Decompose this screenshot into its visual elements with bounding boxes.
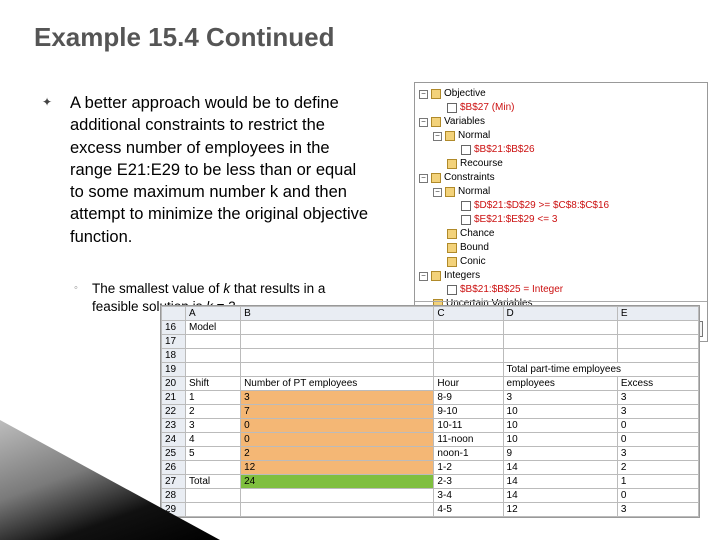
doc-icon: [461, 145, 471, 155]
folder-icon: [445, 131, 455, 141]
folder-icon: [445, 187, 455, 197]
bullet-text: A better approach would be to define add…: [70, 92, 370, 248]
sub-bullet-icon: ◦: [74, 282, 78, 294]
doc-icon: [461, 215, 471, 225]
minus-icon[interactable]: −: [419, 272, 428, 281]
doc-icon: [447, 103, 457, 113]
folder-icon: [431, 117, 441, 127]
slide-title: Example 15.4 Continued: [34, 22, 335, 53]
minus-icon[interactable]: −: [419, 90, 428, 99]
solver-tree: −Objective $B$27 (Min) −Variables −Norma…: [415, 83, 707, 313]
solver-panel: −Objective $B$27 (Min) −Variables −Norma…: [414, 82, 708, 342]
folder-icon: [447, 243, 457, 253]
folder-icon: [447, 159, 457, 169]
minus-icon[interactable]: −: [419, 118, 428, 127]
folder-icon: [447, 257, 457, 267]
folder-icon: [431, 89, 441, 99]
folder-icon: [447, 229, 457, 239]
minus-icon[interactable]: −: [433, 188, 442, 197]
doc-icon: [461, 201, 471, 211]
spreadsheet: A B C D E 16Model 17 18 19Total part-tim…: [160, 305, 700, 518]
doc-icon: [447, 285, 457, 295]
minus-icon[interactable]: −: [433, 132, 442, 141]
bullet-icon: ✦: [42, 95, 52, 109]
col-header-row: A B C D E: [162, 307, 699, 321]
minus-icon[interactable]: −: [419, 174, 428, 183]
main-bullet: ✦ A better approach would be to define a…: [42, 92, 370, 248]
folder-icon: [431, 271, 441, 281]
folder-icon: [431, 173, 441, 183]
